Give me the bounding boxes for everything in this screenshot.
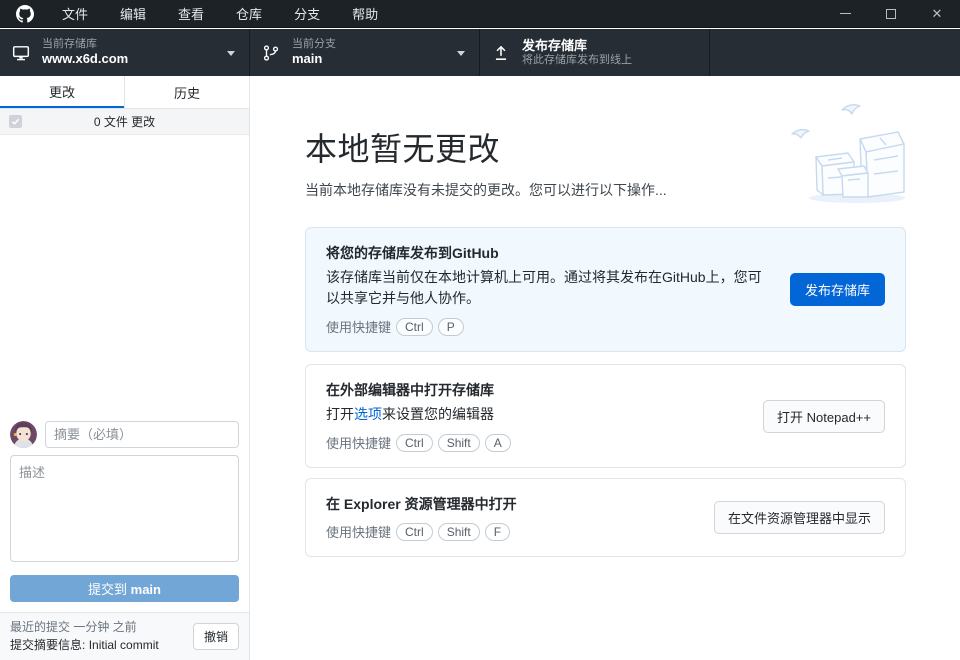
recent-commit-time: 最近的提交 一分钟 之前 (10, 619, 193, 636)
minimize-icon (840, 13, 851, 14)
kbd-ctrl: Ctrl (396, 434, 433, 452)
card-title: 在 Explorer 资源管理器中打开 (326, 494, 696, 514)
close-button[interactable]: ✕ (914, 0, 960, 28)
commit-button-prefix: 提交到 (88, 582, 127, 597)
body-text: 打开 (326, 406, 354, 422)
options-link[interactable]: 选项 (354, 406, 382, 422)
maximize-button[interactable] (868, 0, 914, 28)
git-branch-icon (262, 44, 280, 62)
changes-summary-row: 0 文件 更改 (0, 109, 249, 135)
commit-description-textarea[interactable] (10, 455, 239, 562)
user-avatar (10, 421, 37, 448)
body-text: 来设置您的编辑器 (382, 406, 494, 422)
shortcut-label: 使用快捷键 (326, 522, 391, 541)
sidebar-tabs: 更改 历史 (0, 76, 249, 109)
recent-commit-footer: 最近的提交 一分钟 之前 提交摘要信息: Initial commit 撤销 (0, 612, 249, 660)
menubar: 文件 编辑 查看 仓库 分支 帮助 (48, 0, 392, 27)
commit-to-branch-button[interactable]: 提交到 main (10, 575, 239, 602)
maximize-icon (886, 9, 896, 19)
card-body: 该存储库当前仅在本地计算机上可用。通过将其发布在GitHub上，您可以共享它并与… (326, 267, 772, 309)
menu-edit[interactable]: 编辑 (106, 0, 160, 27)
menu-branch[interactable]: 分支 (280, 0, 334, 27)
upload-icon (492, 44, 510, 62)
menu-repository[interactable]: 仓库 (222, 0, 276, 27)
card-title: 将您的存储库发布到GitHub (326, 243, 772, 263)
menu-file[interactable]: 文件 (48, 0, 102, 27)
commit-message-value: Initial commit (89, 638, 159, 652)
main-panel: 本地暂无更改 当前本地存储库没有未提交的更改。您可以进行以下操作... 将您的存… (251, 76, 960, 660)
kbd-p: P (438, 318, 464, 336)
show-in-explorer-button[interactable]: 在文件资源管理器中显示 (714, 501, 885, 534)
boxes-illustration (782, 94, 932, 209)
kbd-shift: Shift (438, 523, 480, 541)
publish-repository-toolbar-button[interactable]: 发布存储库 将此存储库发布到线上 (480, 29, 710, 76)
check-icon (11, 117, 20, 126)
menu-view[interactable]: 查看 (164, 0, 218, 27)
publish-repository-card: 将您的存储库发布到GitHub 该存储库当前仅在本地计算机上可用。通过将其发布在… (305, 227, 906, 352)
files-changed-count: 0 文件 更改 (0, 113, 249, 130)
titlebar: 文件 编辑 查看 仓库 分支 帮助 ✕ (0, 0, 960, 28)
commit-summary-input[interactable] (45, 421, 239, 448)
branch-name: main (292, 51, 336, 67)
commit-form: 提交到 main (0, 413, 249, 612)
tab-changes[interactable]: 更改 (0, 76, 124, 108)
kbd-a: A (485, 434, 511, 452)
open-in-explorer-card: 在 Explorer 资源管理器中打开 使用快捷键 Ctrl Shift F 在… (305, 478, 906, 557)
publish-title: 发布存储库 (522, 38, 632, 54)
current-repository-dropdown[interactable]: 当前存储库 www.x6d.com (0, 29, 250, 76)
shortcut-label: 使用快捷键 (326, 433, 391, 452)
repository-name: www.x6d.com (42, 51, 128, 67)
kbd-ctrl: Ctrl (396, 318, 433, 336)
current-branch-dropdown[interactable]: 当前分支 main (250, 29, 480, 76)
kbd-shift: Shift (438, 434, 480, 452)
repository-label: 当前存储库 (42, 38, 128, 52)
sidebar: 更改 历史 0 文件 更改 (0, 76, 250, 660)
minimize-button[interactable] (822, 0, 868, 28)
publish-subtitle: 将此存储库发布到线上 (522, 54, 632, 68)
toolbar: 当前存储库 www.x6d.com 当前分支 main 发布存储库 将此存储库发… (0, 29, 960, 76)
chevron-down-icon (227, 51, 235, 56)
kbd-f: F (485, 523, 510, 541)
menu-help[interactable]: 帮助 (338, 0, 392, 27)
select-all-checkbox[interactable] (9, 115, 22, 128)
shortcut-label: 使用快捷键 (326, 317, 391, 336)
changed-files-list (0, 135, 249, 413)
card-title: 在外部编辑器中打开存储库 (326, 380, 745, 400)
computer-icon (12, 44, 30, 62)
open-editor-button[interactable]: 打开 Notepad++ (763, 400, 885, 433)
open-in-editor-card: 在外部编辑器中打开存储库 打开选项来设置您的编辑器 使用快捷键 Ctrl Shi… (305, 364, 906, 468)
commit-button-branch: main (131, 582, 161, 597)
chevron-down-icon (457, 51, 465, 56)
kbd-ctrl: Ctrl (396, 523, 433, 541)
window-controls: ✕ (822, 0, 960, 28)
close-icon: ✕ (932, 7, 943, 20)
tab-history[interactable]: 历史 (124, 76, 249, 108)
github-logo-icon (16, 5, 34, 23)
publish-repository-button[interactable]: 发布存储库 (790, 273, 885, 306)
commit-message-label: 提交摘要信息: (10, 638, 85, 652)
branch-label: 当前分支 (292, 38, 336, 52)
undo-button[interactable]: 撤销 (193, 623, 239, 650)
